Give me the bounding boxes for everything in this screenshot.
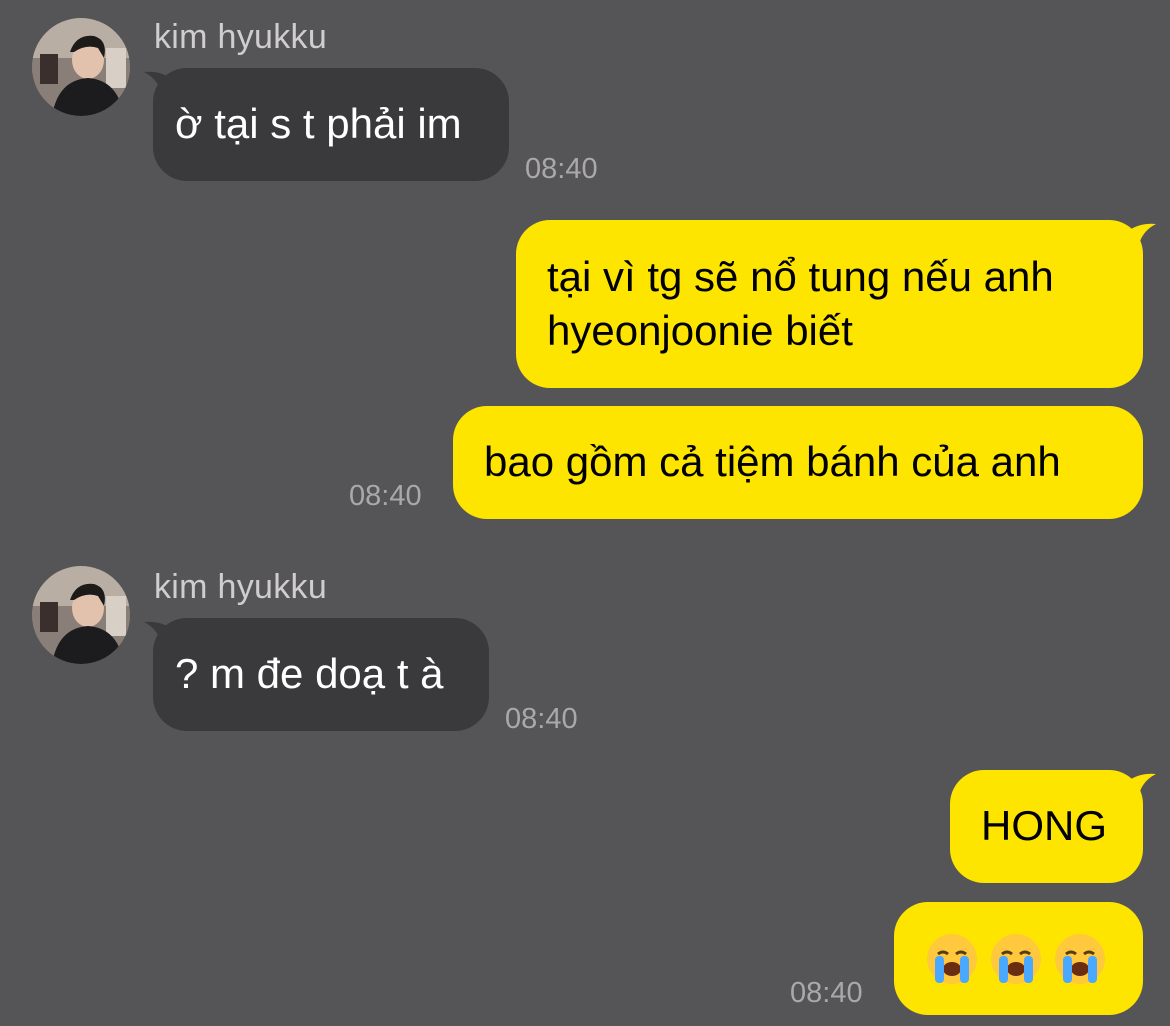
loudly-crying-face-icon [925, 932, 979, 986]
message-timestamp: 08:40 [525, 153, 598, 185]
incoming-message-bubble[interactable]: ? m đe doạ t à [153, 618, 489, 731]
message-text: ? m đe doạ t à [175, 650, 444, 697]
message-timestamp: 08:40 [790, 977, 863, 1009]
message-text: bao gồm cả tiệm bánh của anh [484, 438, 1061, 485]
message-timestamp: 08:40 [349, 480, 422, 512]
sender-avatar[interactable] [32, 566, 130, 664]
outgoing-emoji-bubble[interactable] [894, 902, 1143, 1015]
sender-name: kim hyukku [154, 18, 328, 56]
message-text-line: tại vì tg sẽ nổ tung nếu anh [547, 253, 1054, 300]
outgoing-message-bubble[interactable]: tại vì tg sẽ nổ tung nếu anh hyeonjoonie… [516, 220, 1143, 388]
sender-name: kim hyukku [154, 568, 328, 606]
outgoing-message-bubble[interactable]: HONG [950, 770, 1143, 883]
outgoing-message-bubble[interactable]: bao gồm cả tiệm bánh của anh [453, 406, 1143, 519]
message-text: HONG [981, 802, 1107, 849]
incoming-message-bubble[interactable]: ờ tại s t phải im [153, 68, 509, 181]
message-text-line: hyeonjoonie biết [547, 307, 853, 354]
sender-avatar[interactable] [32, 18, 130, 116]
message-timestamp: 08:40 [505, 703, 578, 735]
loudly-crying-face-icon [989, 932, 1043, 986]
loudly-crying-face-icon [1053, 932, 1107, 986]
message-text: ờ tại s t phải im [175, 100, 462, 147]
